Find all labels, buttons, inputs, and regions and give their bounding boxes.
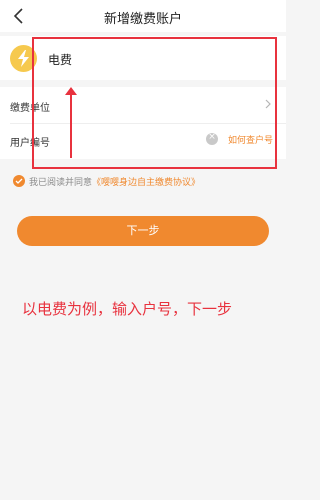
- agreement-link[interactable]: 《嘤嘤身边自主缴费协议》: [92, 178, 200, 188]
- annotation-arrow-line: [70, 92, 72, 158]
- agreement-text: 我已阅读并同意《嘤嘤身边自主缴费协议》: [29, 175, 200, 188]
- annotation-arrow-head: [65, 87, 77, 95]
- page-title: 新增缴费账户: [103, 12, 182, 27]
- next-button[interactable]: 下一步: [17, 216, 269, 246]
- agreement-prefix: 我已阅读并同意: [29, 178, 93, 188]
- navigation-bar: 新增缴费账户: [0, 0, 286, 32]
- annotation-text: 以电费为例，输入户号，下一步: [22, 300, 233, 318]
- highlight-box: [32, 37, 277, 169]
- agreement-checkbox[interactable]: [13, 175, 25, 187]
